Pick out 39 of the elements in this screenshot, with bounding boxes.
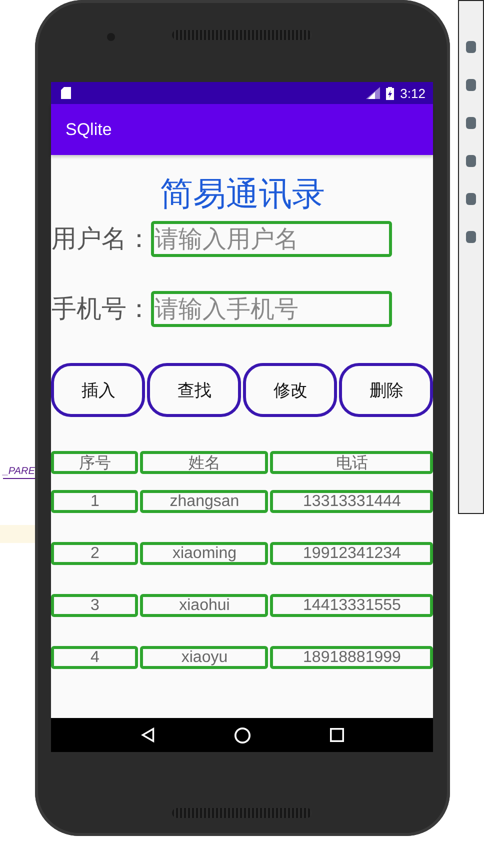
table-cell: zhangsan (140, 490, 268, 513)
table-cell: 19912341234 (270, 542, 434, 565)
table-cell: xiaohui (140, 594, 268, 617)
input-field[interactable]: 请输入手机号 (151, 291, 392, 327)
tool-icon[interactable] (466, 231, 476, 243)
page-heading: 简易通讯录 (160, 173, 325, 215)
column-header: 姓名 (140, 451, 268, 474)
table-cell: 4 (51, 646, 138, 669)
table-cell: 2 (51, 542, 138, 565)
tool-icon[interactable] (466, 79, 476, 91)
table-cell: xiaoyu (140, 646, 268, 669)
tool-icon[interactable] (466, 193, 476, 205)
column-header: 电话 (270, 451, 434, 474)
tool-icon[interactable] (466, 41, 476, 53)
back-icon[interactable] (140, 727, 155, 743)
line-highlight (0, 525, 35, 543)
action-button[interactable]: 插入 (51, 363, 146, 417)
table-cell: 13313331444 (270, 490, 434, 513)
table-cell: xiaoming (140, 542, 268, 565)
input-field[interactable]: 请输入用户名 (151, 221, 392, 257)
app-title: SQlite (65, 120, 112, 140)
table-cell: 3 (51, 594, 138, 617)
clock-text: 3:12 (400, 86, 426, 100)
action-button[interactable]: 修改 (243, 363, 338, 417)
action-button[interactable]: 删除 (339, 363, 434, 417)
table-cell: 18918881999 (270, 646, 434, 669)
field-label: 手机号： (51, 293, 152, 325)
field-label: 用户名： (51, 223, 152, 255)
table-cell: 1 (51, 490, 138, 513)
tool-icon[interactable] (466, 155, 476, 167)
home-icon[interactable] (234, 726, 251, 744)
sd-card-icon (61, 87, 72, 99)
action-button[interactable]: 查找 (147, 363, 242, 417)
overview-icon[interactable] (330, 728, 344, 742)
battery-icon (386, 86, 394, 100)
column-header: 序号 (51, 451, 138, 474)
tool-icon[interactable] (466, 117, 476, 129)
signal-icon (366, 87, 380, 99)
table-cell: 14413331555 (270, 594, 434, 617)
